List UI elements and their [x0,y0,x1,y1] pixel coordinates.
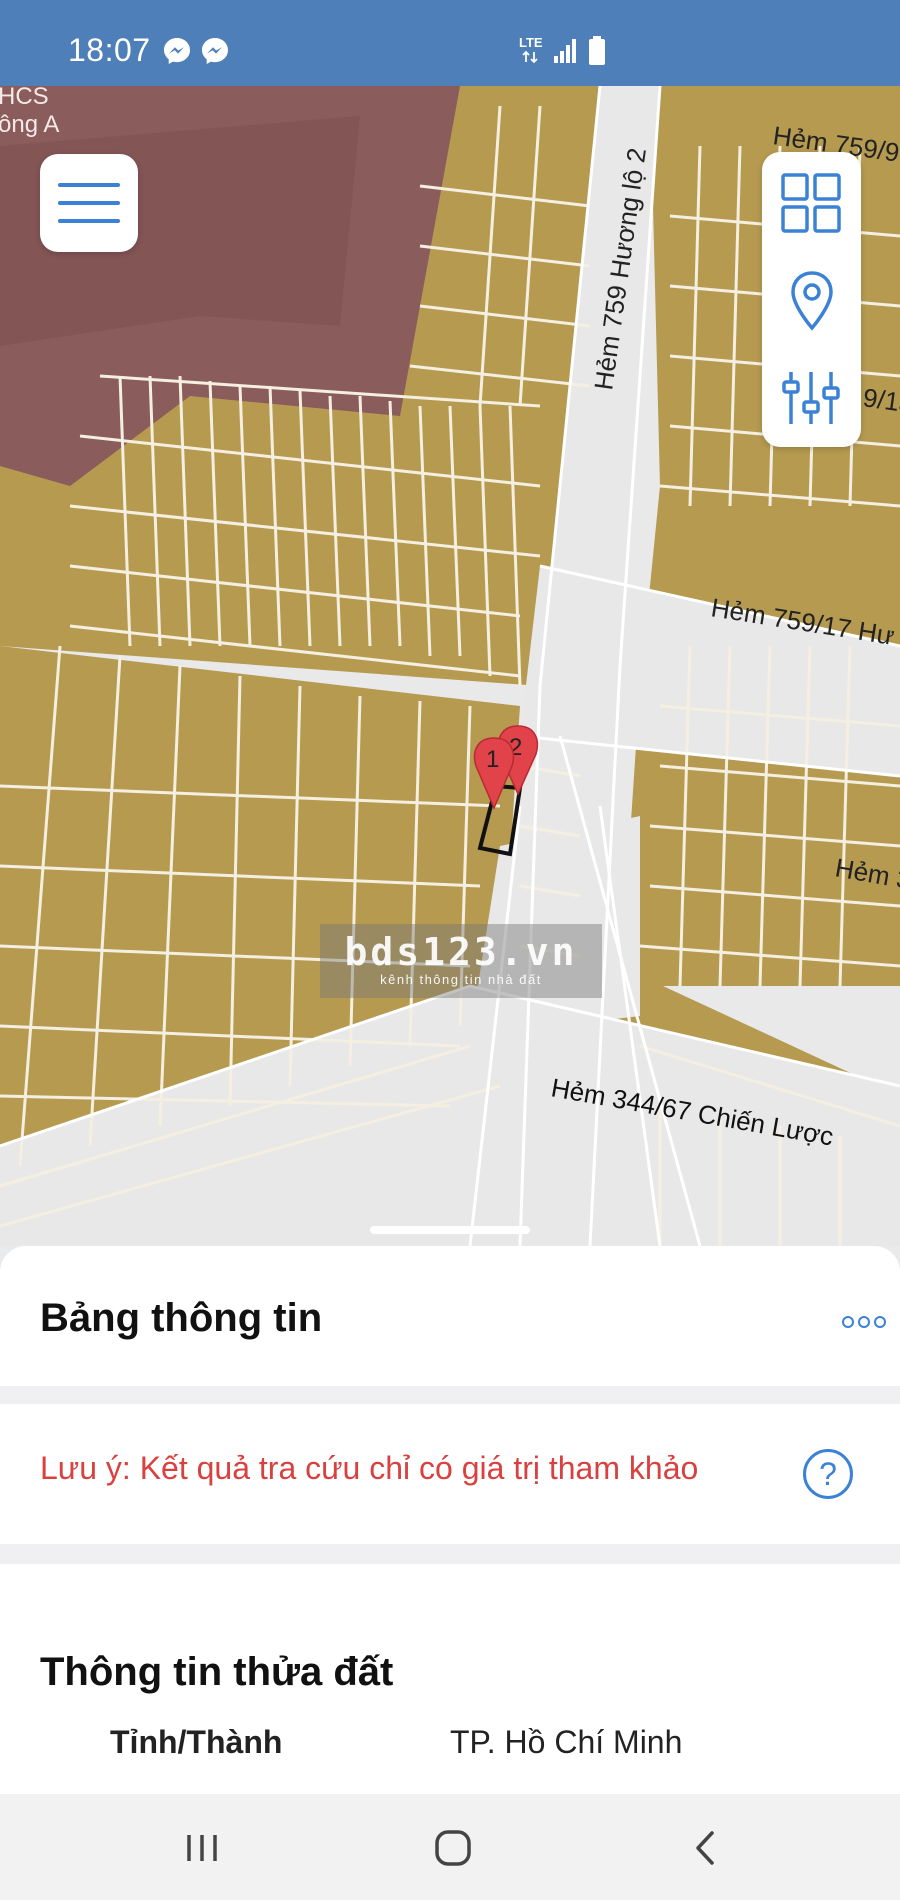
help-button[interactable]: ? [803,1449,853,1499]
parcel-info-card: Thông tin thửa đất Tỉnh/Thành TP. Hồ Chí… [0,1564,900,1794]
more-button[interactable] [842,1308,892,1334]
signal-icon [554,39,576,63]
sheet-header: Bảng thông tin [0,1246,900,1386]
info-row-label: Tỉnh/Thành [110,1724,283,1760]
sliders-icon[interactable] [781,370,841,426]
watermark: bds123.vn kênh thông tin nhà đất [320,924,602,998]
map-label-school: ông A [0,111,59,138]
messenger-icon [202,38,228,64]
data-arrows-icon [522,50,538,64]
battery-icon [589,36,605,65]
status-time: 18:07 [68,32,151,68]
hamburger-icon [58,183,120,223]
notice-card: Lưu ý: Kết quả tra cứu chỉ có giá trị th… [0,1404,900,1544]
map-label-school: HCS [0,86,49,110]
home-icon[interactable] [423,1818,483,1878]
sheet-title: Bảng thông tin [40,1296,323,1340]
sheet-drag-handle[interactable] [370,1226,530,1234]
svg-text:1: 1 [486,746,499,773]
screen: 18:07 LTE HCS ông A Hẻm 759 Hương lộ 2 H… [0,0,900,1900]
lte-icon: LTE [519,35,543,50]
notice-text: Lưu ý: Kết quả tra cứu chỉ có giá trị th… [40,1450,699,1486]
status-bar: 18:07 LTE [0,0,900,86]
watermark-brand: bds123.vn [344,930,578,974]
menu-button[interactable] [40,154,138,252]
recent-apps-icon[interactable] [172,1818,232,1878]
messenger-icon [164,38,190,64]
map-toolbar [762,152,861,447]
more-dots-icon [858,1316,870,1328]
navigation-bar [0,1794,900,1900]
more-dots-icon [842,1316,854,1328]
watermark-tagline: kênh thông tin nhà đất [380,972,542,987]
back-icon[interactable] [676,1818,736,1878]
status-icons: LTE [515,34,615,70]
info-sheet: Bảng thông tin Lưu ý: Kết quả tra cứu ch… [0,1246,900,1794]
grid-icon[interactable] [780,172,842,234]
more-dots-icon [874,1316,886,1328]
parcel-title: Thông tin thửa đất [40,1650,394,1694]
location-pin-icon[interactable] [789,270,835,332]
info-row-value: TP. Hồ Chí Minh [450,1724,683,1760]
